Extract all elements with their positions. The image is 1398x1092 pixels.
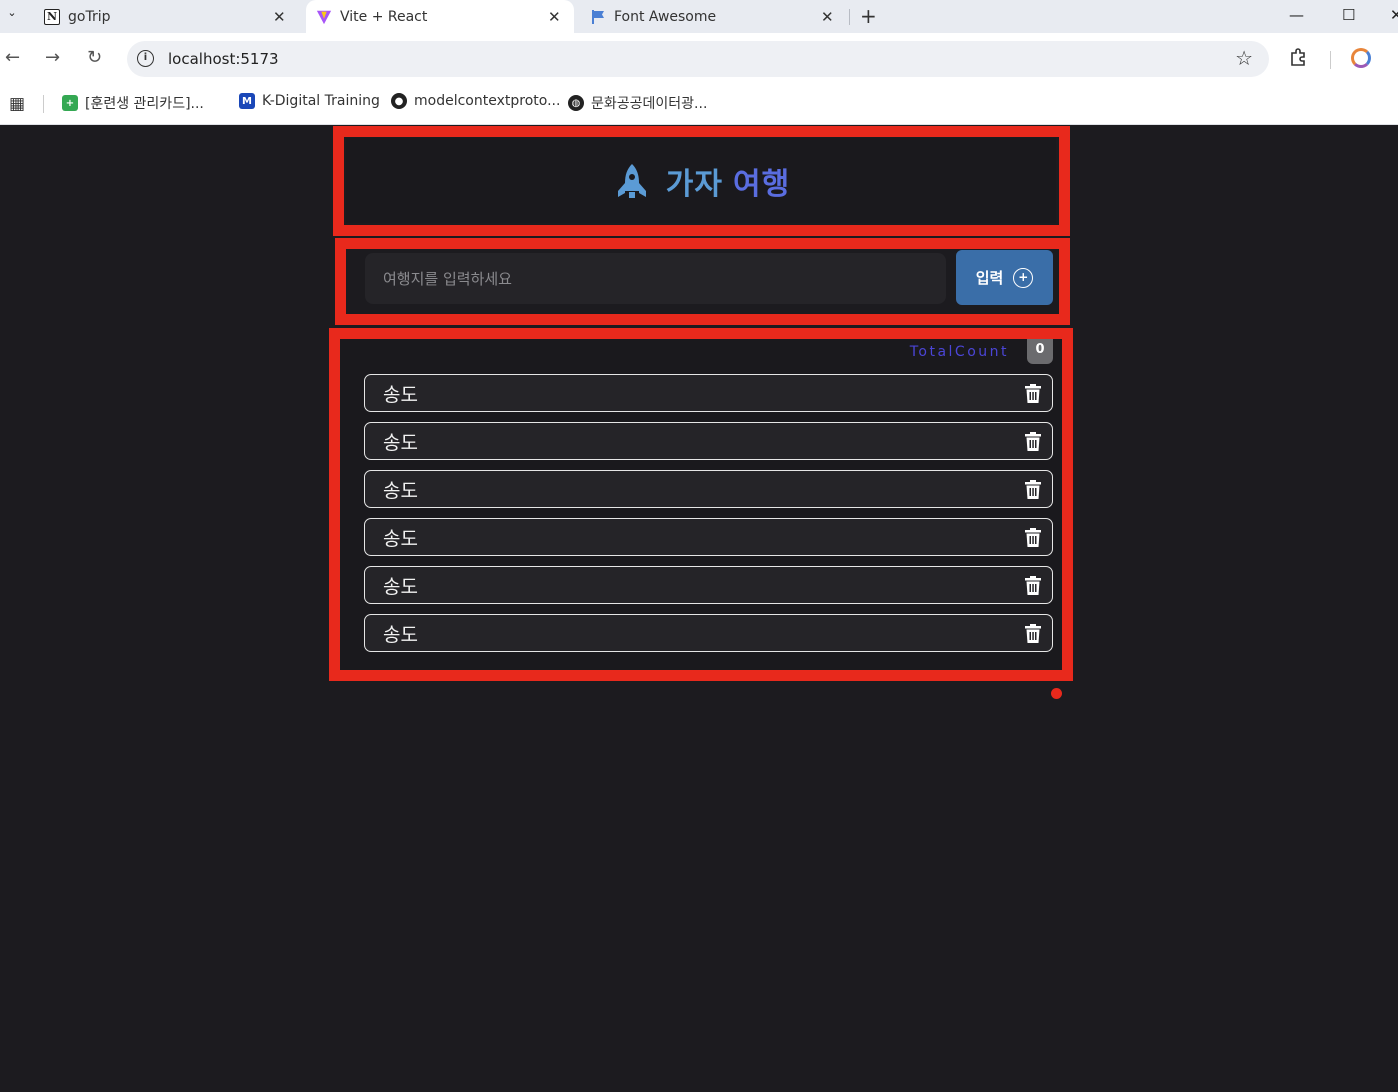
trip-list: 송도 송도 송도 송도 송도 송도 [364,374,1053,662]
bookmark-label: 문화공공데이터광... [591,96,708,112]
toolbar-divider [1330,51,1331,69]
trip-name: 송도 [383,623,418,646]
destination-input[interactable] [365,253,946,304]
notion-icon: N [44,8,60,25]
list-item: 송도 [364,422,1053,460]
trash-icon[interactable] [1024,383,1042,403]
rocket-icon [617,163,646,198]
vite-icon [316,9,332,25]
tab-search-chevron-icon[interactable]: ⌄ [4,6,20,22]
back-icon[interactable]: ← [5,47,20,68]
bookmark-item[interactable]: M K-Digital Training [239,93,380,109]
bookmark-label: [훈련생 관리카드]... [85,96,204,112]
close-window-icon[interactable]: ✕ [1390,0,1398,33]
annotation-dot [1051,688,1062,699]
trash-icon[interactable] [1024,527,1042,547]
bookmark-item[interactable]: ● modelcontextproto... [391,93,560,109]
bookmark-item[interactable]: ◍ 문화공공데이터광... [568,93,707,113]
list-item: 송도 [364,374,1053,412]
maximize-icon[interactable]: ☐ [1342,0,1355,33]
tab-title: goTrip [68,8,111,25]
close-icon[interactable]: ✕ [821,8,834,26]
plus-circle-icon: + [1013,267,1034,288]
bookmarks-divider [43,95,44,113]
new-tab-icon[interactable]: + [860,0,877,33]
github-icon: ● [391,93,407,109]
title-text-primary: 가자 [665,166,723,202]
submit-button[interactable]: 입력 + [956,250,1053,305]
flag-icon [590,9,606,25]
site-info-icon[interactable]: i [137,50,154,67]
tab-font-awesome[interactable]: Font Awesome ✕ [576,0,846,33]
trip-name: 송도 [383,575,418,598]
page-title: 가자 여행 [612,159,790,203]
list-item: 송도 [364,518,1053,556]
extensions-icon[interactable] [1289,47,1309,72]
close-icon[interactable]: ✕ [273,8,286,26]
tab-divider [849,9,850,25]
browser-toolbar: ← → ↻ i localhost:5173 ☆ [0,33,1398,85]
tab-title: Vite + React [340,8,428,25]
apps-grid-icon[interactable]: ▦ [9,94,25,114]
bookmark-label: K-Digital Training [262,93,380,109]
trip-list-panel: TotalCount 0 송도 송도 송도 송도 송도 송도 [340,339,1062,670]
tab-bar: ⌄ N goTrip ✕ Vite + React ✕ Font Awesome… [0,0,1398,33]
total-count-badge: 0 [1027,339,1053,364]
list-item: 송도 [364,614,1053,652]
trash-icon[interactable] [1024,623,1042,643]
bookmark-label: modelcontextproto... [414,93,561,109]
sheets-icon: + [62,95,78,111]
tab-vite-react[interactable]: Vite + React ✕ [306,0,574,33]
address-bar[interactable]: i localhost:5173 ☆ [127,41,1269,77]
trash-icon[interactable] [1024,431,1042,451]
app-header: 가자 여행 [346,138,1056,223]
m-icon: M [239,93,255,109]
trip-name: 송도 [383,479,418,502]
total-count: TotalCount 0 [910,339,1053,364]
trash-icon[interactable] [1024,575,1042,595]
trip-name: 송도 [383,527,418,550]
close-icon[interactable]: ✕ [548,8,561,26]
bookmark-item[interactable]: + [훈련생 관리카드]... [62,93,204,113]
tab-gotrip[interactable]: N goTrip ✕ [30,0,300,33]
bookmark-star-icon[interactable]: ☆ [1235,46,1253,70]
trip-name: 송도 [383,383,418,406]
reload-icon[interactable]: ↻ [87,47,102,68]
list-item: 송도 [364,566,1053,604]
profile-icon[interactable] [1351,48,1371,68]
minimize-icon[interactable]: — [1289,0,1304,33]
tab-title: Font Awesome [614,8,717,25]
title-text-secondary: 여행 [733,166,791,202]
forward-icon[interactable]: → [45,47,60,68]
trip-name: 송도 [383,431,418,454]
bookmarks-bar: ▦ + [훈련생 관리카드]... M K-Digital Training ●… [0,85,1398,125]
globe-icon: ◍ [568,95,584,111]
total-count-label: TotalCount [909,343,1009,360]
trash-icon[interactable] [1024,479,1042,499]
url-text: localhost:5173 [168,50,279,68]
list-item: 송도 [364,470,1053,508]
destination-form: 입력 + [346,249,1058,312]
submit-button-label: 입력 [975,269,1004,287]
